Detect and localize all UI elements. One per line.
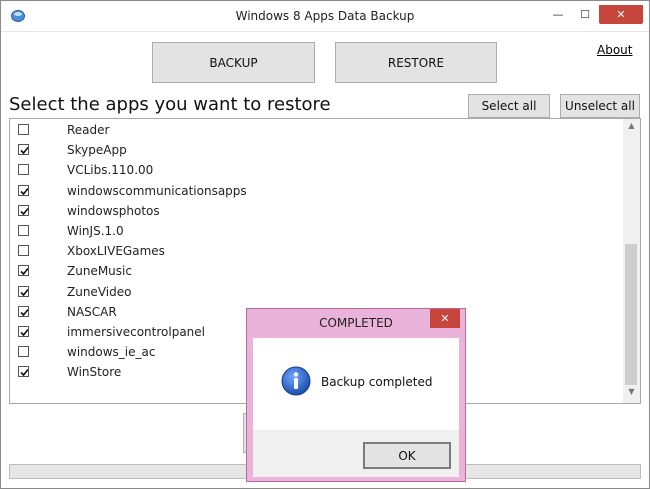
scroll-down-icon[interactable]: ▼ <box>623 387 640 401</box>
checkmark-icon <box>20 268 29 276</box>
list-item[interactable]: Reader <box>10 120 610 140</box>
app-checkbox[interactable] <box>18 144 29 156</box>
checkmark-icon <box>20 207 29 215</box>
list-item[interactable]: windowscommunicationsapps <box>10 181 610 201</box>
list-item[interactable]: XboxLIVEGames <box>10 241 610 261</box>
app-checkbox[interactable] <box>18 346 29 358</box>
app-checkbox[interactable] <box>18 285 29 297</box>
app-checkbox[interactable] <box>18 164 29 176</box>
app-checkbox[interactable] <box>18 124 29 135</box>
app-checkbox[interactable] <box>18 225 29 236</box>
app-checkbox[interactable] <box>18 305 29 317</box>
list-item[interactable]: ZuneVideo <box>10 282 610 302</box>
select-all-button[interactable]: Select all <box>468 94 550 118</box>
app-label: ZuneVideo <box>67 284 132 299</box>
dialog-close-button[interactable]: ✕ <box>430 309 460 328</box>
list-item[interactable]: VCLibs.110.00 <box>10 160 610 180</box>
app-label: windowsphotos <box>67 203 160 218</box>
info-icon <box>281 366 311 396</box>
about-link[interactable]: About <box>597 43 632 57</box>
list-heading: Select the apps you want to restore <box>9 94 331 115</box>
checkmark-icon <box>20 187 29 195</box>
checkmark-icon <box>20 288 29 296</box>
app-label: immersivecontrolpanel <box>67 325 205 339</box>
close-button[interactable]: ✕ <box>599 5 643 24</box>
app-label: NASCAR <box>67 304 117 319</box>
app-label: VCLibs.110.00 <box>67 163 154 178</box>
app-checkbox[interactable] <box>18 204 29 216</box>
scroll-thumb[interactable] <box>625 244 637 385</box>
maximize-button[interactable]: ☐ <box>575 5 595 24</box>
restore-button[interactable]: RESTORE <box>335 42 497 83</box>
app-label: XboxLIVEGames <box>67 244 165 259</box>
unselect-all-button[interactable]: Unselect all <box>560 94 640 118</box>
ok-button[interactable]: OK <box>363 442 451 469</box>
app-label: ZuneMusic <box>67 264 132 279</box>
backup-button[interactable]: BACKUP <box>152 42 315 83</box>
app-label: windows_ie_ac <box>67 345 156 360</box>
dialog-message: Backup completed <box>321 375 433 389</box>
dialog-message-area: Backup completed <box>253 338 459 430</box>
app-label: Reader <box>67 123 110 137</box>
list-item[interactable]: ZuneMusic <box>10 261 610 281</box>
list-item[interactable]: WinJS.1.0 <box>10 221 610 241</box>
list-item[interactable]: windowsphotos <box>10 201 610 221</box>
app-checkbox[interactable] <box>18 366 29 378</box>
app-label: SkypeApp <box>67 143 127 158</box>
app-label: WinJS.1.0 <box>67 224 124 238</box>
vertical-scrollbar[interactable]: ▲ ▼ <box>623 119 640 403</box>
checkmark-icon <box>20 328 29 337</box>
completed-dialog: COMPLETED ✕ Backup completed OK <box>246 308 466 482</box>
checkmark-icon <box>20 308 29 316</box>
scroll-up-icon[interactable]: ▲ <box>623 121 640 135</box>
app-label: windowscommunicationsapps <box>67 183 247 198</box>
app-label: WinStore <box>67 365 122 380</box>
dialog-body: Backup completed OK <box>253 338 459 477</box>
checkmark-icon <box>20 147 29 155</box>
app-checkbox[interactable] <box>18 265 29 277</box>
app-checkbox[interactable] <box>18 184 29 196</box>
checkmark-icon <box>20 369 29 377</box>
list-item[interactable]: SkypeApp <box>10 140 610 160</box>
app-window: Windows 8 Apps Data Backup — ☐ ✕ BACKUP … <box>0 0 650 489</box>
app-checkbox[interactable] <box>18 326 29 337</box>
title-bar[interactable]: Windows 8 Apps Data Backup — ☐ ✕ <box>1 1 649 32</box>
app-checkbox[interactable] <box>18 245 29 257</box>
minimize-button[interactable]: — <box>549 5 567 24</box>
